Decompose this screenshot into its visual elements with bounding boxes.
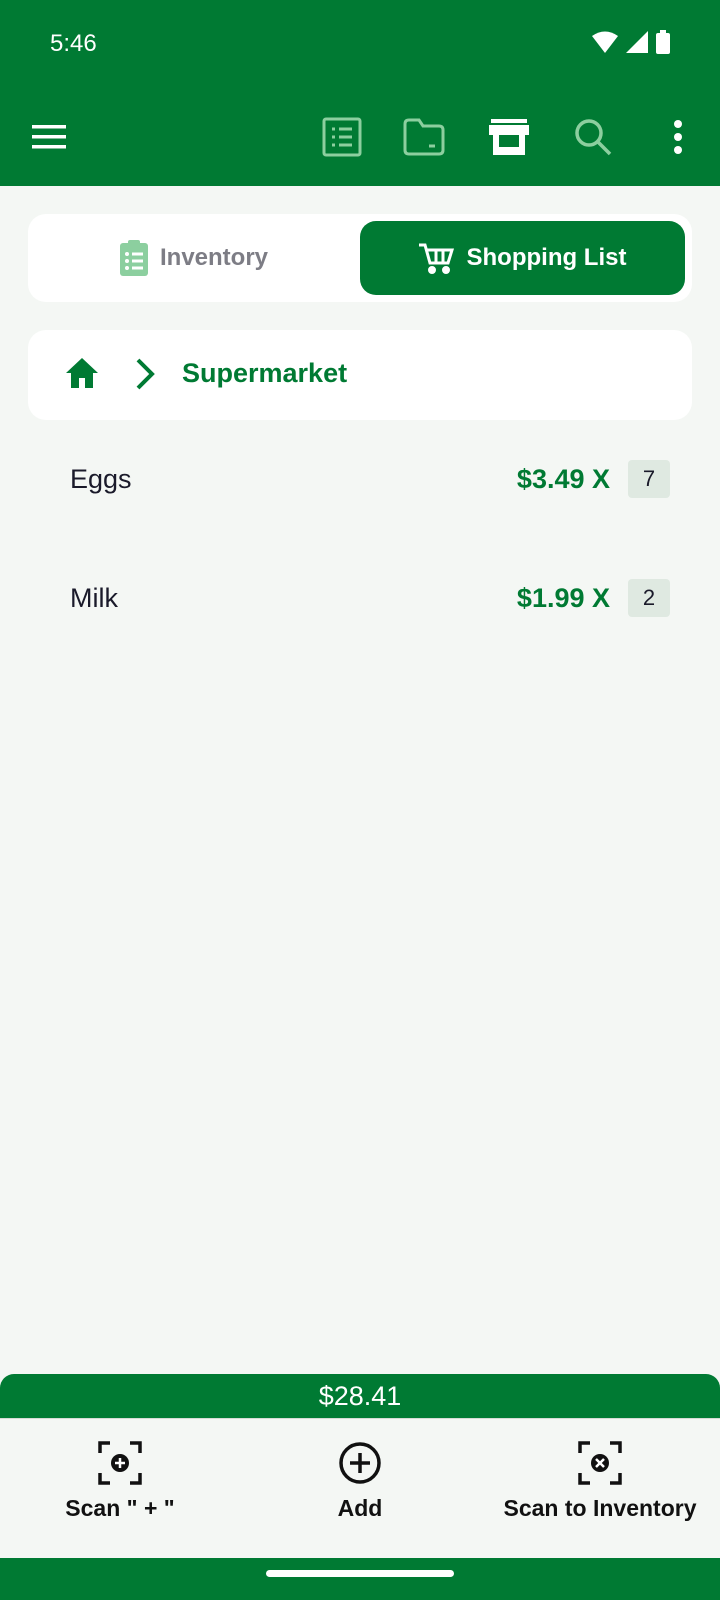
scan-plus-button[interactable]: Scan " + " [0,1419,240,1559]
scan-to-inventory-button[interactable]: Scan to Inventory [480,1419,720,1559]
total-amount: $28.41 [318,1380,402,1411]
status-icons [592,30,670,54]
clipboard-icon [119,240,148,276]
bottom-nav: Scan " + " Add Scan to Inventory [0,1418,720,1558]
home-icon[interactable] [64,356,100,395]
signal-icon [626,31,648,53]
item-quantity[interactable]: 2 [628,579,670,617]
item-name: Eggs [70,464,132,494]
item-price: $1.99 X [516,583,610,613]
item-quantity[interactable]: 7 [628,460,670,498]
total-bar: $28.41 [0,1374,720,1418]
system-nav-bar [0,1558,720,1600]
scan-plus-icon [98,1441,142,1485]
tab-inventory-label: Inventory [159,244,269,271]
list-item[interactable]: Eggs $3.49 X 7 [0,450,720,510]
cart-icon [418,243,454,274]
tab-shopping-list-label: Shopping List [466,244,627,271]
breadcrumb-current[interactable]: Supermarket [182,358,347,389]
item-price: $3.49 X [516,464,610,494]
add-circle-icon [339,1442,381,1484]
chevron-right-icon [134,356,158,397]
scan-remove-icon [578,1441,622,1485]
more-options-icon[interactable] [648,107,708,167]
add-label: Add [337,1495,383,1521]
app-bar: 5:46 [0,0,720,186]
status-time: 5:46 [50,30,97,57]
breadcrumb: Supermarket [28,330,692,420]
item-name: Milk [70,583,118,613]
search-icon[interactable] [563,107,623,167]
wifi-icon [592,31,618,53]
menu-icon[interactable] [19,107,79,167]
battery-icon [656,30,670,54]
list-item[interactable]: Milk $1.99 X 2 [0,569,720,629]
store-icon[interactable] [479,107,539,167]
scan-to-inventory-label: Scan to Inventory [503,1495,697,1521]
tab-inventory[interactable]: Inventory [28,214,360,302]
folder-icon[interactable] [394,107,454,167]
mode-switch: Inventory Shopping List [28,214,692,302]
home-gesture-handle[interactable] [266,1570,454,1577]
tab-shopping-list[interactable]: Shopping List [360,221,685,295]
add-button[interactable]: Add [240,1419,480,1559]
scan-plus-label: Scan " + " [65,1495,175,1521]
list-view-icon[interactable] [312,107,372,167]
